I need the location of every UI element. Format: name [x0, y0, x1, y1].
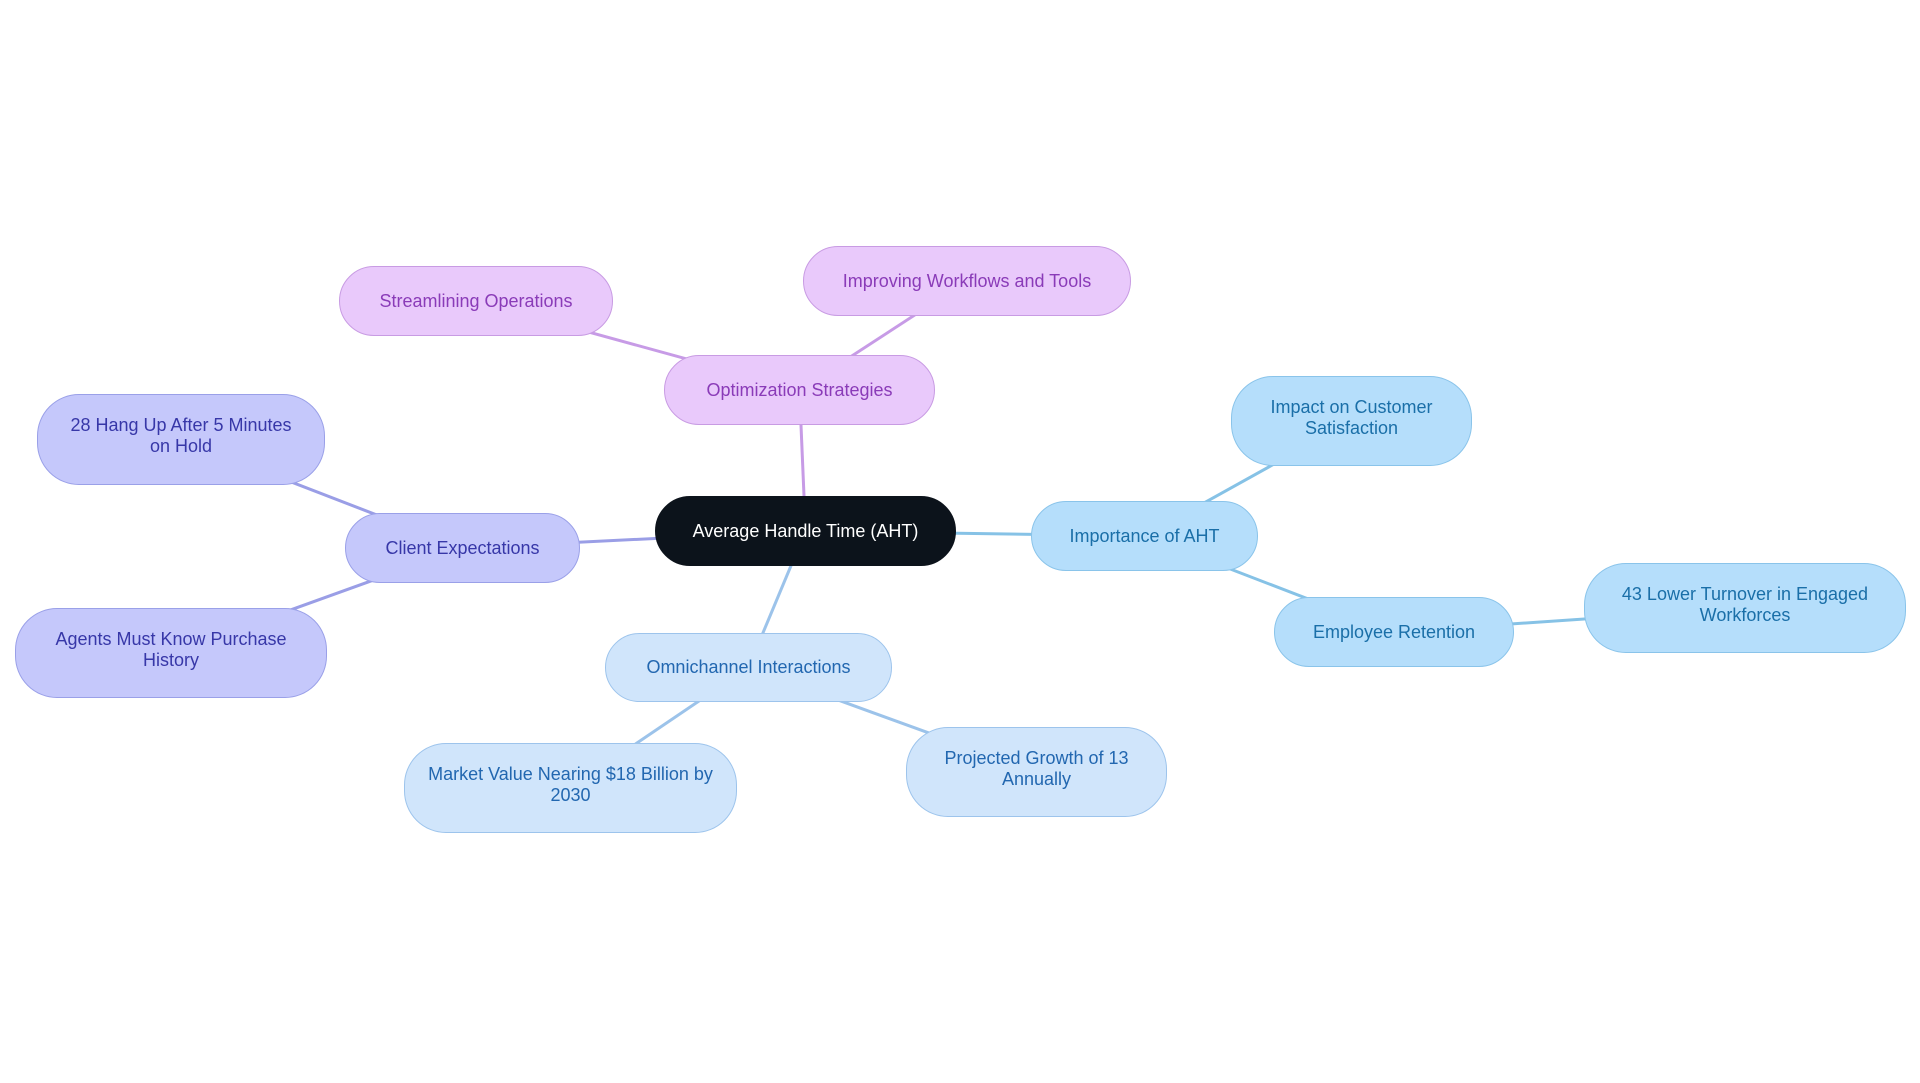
- leaf-node-impact-on-customer-satisfaction[interactable]: Impact on Customer Satisfaction: [1231, 376, 1472, 466]
- node-label: Agents Must Know Purchase History: [55, 629, 287, 670]
- node-label: Importance of AHT: [1069, 525, 1220, 546]
- node-label: 28 Hang Up After 5 Minutes on Hold: [70, 415, 292, 456]
- root-node-average-handle-time[interactable]: Average Handle Time (AHT): [655, 496, 956, 566]
- node-label: Omnichannel Interactions: [646, 657, 851, 677]
- branch-node-importance-of-aht[interactable]: Importance of AHT: [1031, 501, 1258, 571]
- leaf-node-projected-growth-13-annually[interactable]: Projected Growth of 13 Annually: [906, 727, 1167, 817]
- node-label: 43 Lower Turnover in Engaged Workforces: [1621, 584, 1869, 625]
- node-label: Optimization Strategies: [706, 379, 893, 400]
- branch-node-omnichannel-interactions[interactable]: Omnichannel Interactions: [605, 633, 892, 702]
- node-label: Projected Growth of 13 Annually: [944, 748, 1129, 789]
- mindmap-canvas: Average Handle Time (AHT) Optimization S…: [0, 0, 1920, 1083]
- leaf-node-market-value-18-billion[interactable]: Market Value Nearing $18 Billion by 2030: [404, 743, 737, 833]
- node-label: Impact on Customer Satisfaction: [1270, 397, 1433, 438]
- connector-layer: [170, 279, 1746, 790]
- leaf-node-streamlining-operations[interactable]: Streamlining Operations: [339, 266, 613, 336]
- leaf-node-agents-must-know-purchase-history[interactable]: Agents Must Know Purchase History: [15, 608, 327, 698]
- node-label: Client Expectations: [385, 537, 540, 558]
- branch-node-client-expectations[interactable]: Client Expectations: [345, 513, 580, 583]
- node-label: Average Handle Time (AHT): [692, 520, 919, 541]
- leaf-node-improving-workflows-and-tools[interactable]: Improving Workflows and Tools: [803, 246, 1131, 316]
- branch-node-optimization-strategies[interactable]: Optimization Strategies: [664, 355, 935, 425]
- leaf-node-43-lower-turnover[interactable]: 43 Lower Turnover in Engaged Workforces: [1584, 563, 1906, 653]
- branch-node-employee-retention[interactable]: Employee Retention: [1274, 597, 1514, 667]
- node-label: Improving Workflows and Tools: [842, 270, 1092, 291]
- node-label: Employee Retention: [1312, 621, 1476, 642]
- node-label: Market Value Nearing $18 Billion by 2030: [428, 764, 713, 805]
- node-label: Streamlining Operations: [379, 290, 573, 311]
- leaf-node-hang-up-after-5-minutes[interactable]: 28 Hang Up After 5 Minutes on Hold: [37, 394, 325, 485]
